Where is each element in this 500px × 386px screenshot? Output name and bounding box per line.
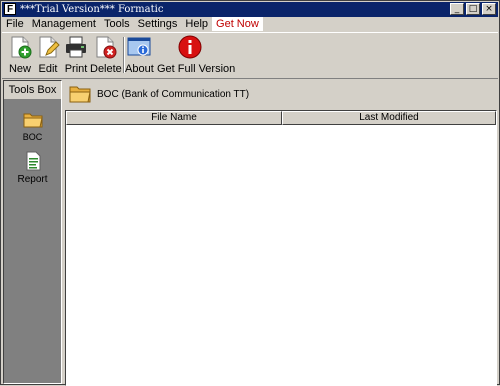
column-header-file-name[interactable]: File Name: [66, 111, 282, 125]
new-button[interactable]: New: [4, 35, 36, 75]
get-full-version-button[interactable]: Get Full Version: [157, 35, 236, 75]
main-panel: BOC (Bank of Communication TT) File Name…: [65, 80, 497, 386]
menu-get-now[interactable]: Get Now: [212, 17, 263, 31]
tool-item-report-label: Report: [17, 174, 48, 185]
menu-tools[interactable]: Tools: [100, 17, 134, 31]
about-info-icon: [127, 35, 151, 59]
tool-item-boc-label: BOC: [22, 132, 43, 142]
printer-icon: [64, 35, 88, 59]
get-full-version-label: Get Full Version: [157, 63, 236, 75]
toolbar: New Edit Print Delete About Get Full Ver…: [2, 32, 498, 79]
menu-bar: File Management Tools Settings Help Get …: [2, 17, 498, 31]
report-icon: [23, 151, 43, 171]
tools-box-panel: Tools Box BOC Report: [3, 80, 62, 384]
edit-button-label: Edit: [38, 63, 58, 75]
delete-button-label: Delete: [90, 63, 122, 75]
delete-button[interactable]: Delete: [90, 35, 122, 75]
tool-item-boc[interactable]: BOC: [4, 109, 61, 142]
new-document-icon: [8, 35, 32, 59]
window-controls: _ □ ×: [450, 3, 496, 15]
menu-file[interactable]: File: [2, 17, 28, 31]
delete-document-icon: [93, 35, 117, 59]
title-bar[interactable]: F ***Trial Version*** Formatic _ □ ×: [2, 2, 498, 17]
tools-box-title: Tools Box: [4, 81, 61, 100]
info-red-icon: [178, 35, 202, 59]
current-folder-name: BOC (Bank of Communication TT): [97, 88, 250, 100]
close-button[interactable]: ×: [482, 3, 496, 15]
window-title: ***Trial Version*** Formatic: [20, 4, 164, 15]
app-window: F ***Trial Version*** Formatic _ □ × Fil…: [0, 0, 500, 386]
maximize-button[interactable]: □: [466, 3, 480, 15]
app-icon[interactable]: F: [4, 3, 16, 15]
edit-document-icon: [36, 35, 60, 59]
print-button[interactable]: Print: [62, 35, 90, 75]
menu-management[interactable]: Management: [28, 17, 100, 31]
about-button-label: About: [125, 63, 154, 75]
column-header-last-modified[interactable]: Last Modified: [282, 111, 496, 125]
current-folder-bar: BOC (Bank of Communication TT): [65, 80, 497, 108]
menu-help[interactable]: Help: [181, 17, 212, 31]
edit-button[interactable]: Edit: [35, 35, 61, 75]
about-button[interactable]: About: [125, 35, 154, 75]
print-button-label: Print: [64, 63, 88, 75]
content-area: Tools Box BOC Report BOC (Bank of Commun…: [2, 79, 498, 386]
minimize-button[interactable]: _: [450, 3, 464, 15]
menu-settings[interactable]: Settings: [134, 17, 182, 31]
new-button-label: New: [8, 63, 31, 75]
file-list[interactable]: File Name Last Modified: [65, 110, 497, 386]
tool-item-report[interactable]: Report: [4, 151, 61, 185]
folder-icon: [69, 85, 91, 103]
folder-icon: [23, 109, 43, 129]
